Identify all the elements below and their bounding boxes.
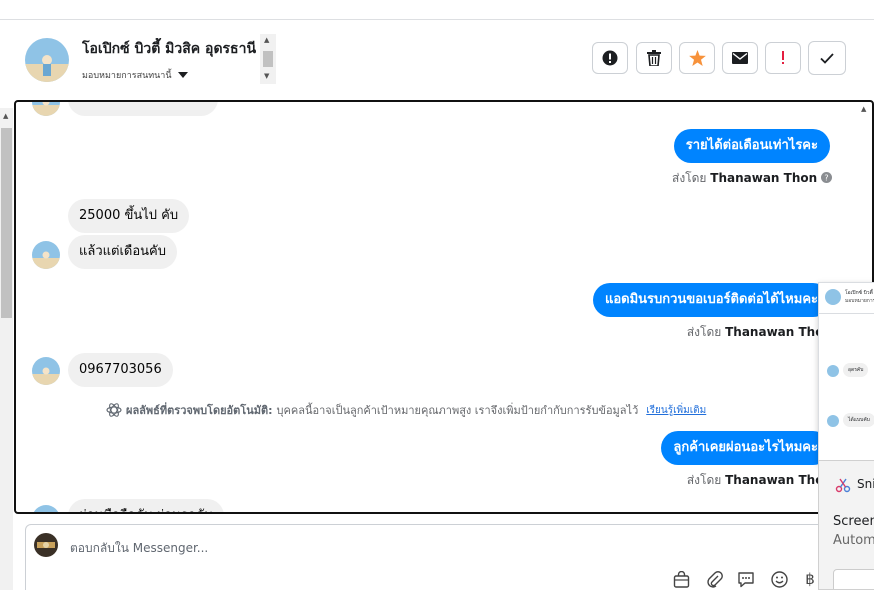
incoming-message: 25000 ขึ้นไป คับ bbox=[68, 199, 190, 233]
contact-name[interactable]: โอเปิกซ์ บิวตี้ มิวสิค อุดรธานี bbox=[82, 38, 260, 60]
mark-done-button[interactable] bbox=[808, 41, 846, 75]
baht-icon: ฿ bbox=[805, 570, 815, 588]
page-avatar bbox=[34, 533, 58, 557]
svg-text:?: ? bbox=[824, 174, 828, 183]
conversation-header: โอเปิกซ์ บิวตี้ มิวสิค อุดรธานี มอบหมายก… bbox=[0, 20, 874, 100]
incoming-message: ผ่อนมือถือคับ ผ่อนรถคับ bbox=[68, 499, 224, 512]
page-scroll-up-icon[interactable]: ▲ bbox=[3, 112, 8, 120]
name-scrollbar[interactable]: ▲ ▼ bbox=[260, 34, 276, 84]
scroll-thumb[interactable] bbox=[263, 51, 273, 67]
help-icon[interactable]: ? bbox=[821, 172, 832, 183]
envelope-icon bbox=[732, 52, 748, 64]
scissors-icon bbox=[835, 478, 851, 493]
emoji-button[interactable] bbox=[769, 569, 789, 589]
popup-divider bbox=[819, 313, 874, 314]
contact-avatar-small bbox=[32, 357, 60, 385]
sent-by-line: ส่งโดย Thanawan Thon bbox=[687, 471, 832, 490]
delete-button[interactable] bbox=[636, 42, 672, 74]
floating-chat-preview[interactable]: โอเปิกซ์ บิวตี้ มอบหมายการ อุดรคับ ได้แบ… bbox=[818, 282, 874, 464]
sender-name: Thanawan Thon bbox=[710, 171, 818, 185]
contact-avatar-small bbox=[32, 102, 60, 116]
star-button[interactable] bbox=[679, 42, 715, 74]
trash-icon bbox=[647, 50, 661, 66]
incoming-message: ทำงานที่ไหนมาครับคับ bbox=[68, 102, 218, 116]
assign-conversation-dropdown[interactable]: มอบหมายการสนทนานี้ bbox=[82, 68, 188, 82]
popup-message: ได้แบบคับ bbox=[843, 413, 874, 427]
auto-notice-title: ผลลัพธ์ที่ตรวจพบโดยอัตโนมัติ: bbox=[126, 404, 273, 417]
atom-icon bbox=[106, 403, 122, 417]
mark-spam-button[interactable] bbox=[592, 42, 628, 74]
popup-sub: มอบหมายการ bbox=[845, 298, 874, 304]
learn-more-link[interactable]: เรียนรู้เพิ่มเติม bbox=[646, 403, 706, 418]
sender-name: Thanawan Thon bbox=[725, 325, 832, 339]
incoming-message: แล้วแต่เดือนคับ bbox=[68, 235, 177, 269]
payment-button[interactable]: ฿ bbox=[800, 569, 820, 589]
outgoing-message: ลูกค้าเคยผ่อนอะไรไหมคะ bbox=[661, 431, 830, 465]
incoming-message: 0967703056 bbox=[68, 353, 173, 387]
sent-by-prefix: ส่งโดย bbox=[672, 171, 707, 185]
chat-bubble-icon bbox=[738, 571, 754, 587]
paperclip-icon bbox=[706, 570, 723, 588]
popup-message: อุดรคับ bbox=[843, 363, 869, 377]
contact-avatar-small bbox=[32, 505, 60, 512]
outgoing-message: แอดมินรบกวนขอเบอร์ติดต่อได้ไหมคะ bbox=[592, 283, 830, 317]
popup-avatar-small bbox=[827, 415, 839, 427]
snipping-tool-notification[interactable]: Snip Screen Autom bbox=[818, 460, 874, 590]
reply-placeholder[interactable]: ตอบกลับใน Messenger... bbox=[70, 539, 208, 558]
scroll-down-icon[interactable]: ▼ bbox=[264, 72, 269, 80]
auto-detection-notice: ผลลัพธ์ที่ตรวจพบโดยอัตโนมัติ: บุคคลนี้อา… bbox=[106, 401, 706, 419]
sent-by-line: ส่งโดย Thanawan Thon ? bbox=[672, 169, 832, 188]
sender-name: Thanawan Thon bbox=[725, 473, 832, 487]
snip-title: Snip bbox=[857, 477, 874, 491]
assign-label: มอบหมายการสนทนานี้ bbox=[82, 71, 172, 81]
sent-by-prefix: ส่งโดย bbox=[686, 473, 722, 487]
popup-header: โอเปิกซ์ บิวตี้ bbox=[845, 290, 873, 296]
attach-button[interactable] bbox=[704, 569, 724, 589]
scroll-up-icon[interactable]: ▲ bbox=[264, 36, 269, 44]
contact-avatar[interactable] bbox=[25, 38, 69, 82]
sent-by-line: ส่งโดย Thanawan Thon bbox=[687, 323, 832, 342]
follow-up-button[interactable] bbox=[765, 42, 801, 74]
auto-notice-body: บุคคลนี้อาจเป็นลูกค้าเป้าหมายคุณภาพสูง เ… bbox=[276, 404, 639, 417]
page-scrollbar[interactable]: ▲ bbox=[0, 108, 13, 590]
exclamation-icon bbox=[782, 51, 784, 64]
thread-scroll-up-icon[interactable]: ▲ bbox=[861, 105, 866, 113]
mark-unread-button[interactable] bbox=[722, 42, 758, 74]
browser-top-strip bbox=[0, 0, 874, 20]
snip-line1: Screen bbox=[833, 514, 874, 529]
reply-box[interactable]: ตอบกลับใน Messenger... ฿ bbox=[25, 524, 825, 590]
saved-replies-button[interactable] bbox=[736, 569, 756, 589]
snip-thumbnail[interactable] bbox=[833, 569, 874, 589]
outgoing-message: รายได้ต่อเดือนเท่าไรคะ bbox=[673, 129, 830, 163]
check-icon bbox=[820, 52, 834, 64]
star-icon bbox=[688, 50, 706, 66]
alert-circle-icon bbox=[602, 50, 618, 66]
popup-avatar bbox=[825, 289, 841, 305]
page-scroll-thumb[interactable] bbox=[1, 128, 12, 318]
shopping-bag-icon bbox=[673, 570, 689, 588]
snip-line2: Autom bbox=[833, 533, 874, 548]
contact-avatar-small bbox=[32, 241, 60, 269]
message-thread: ทำงานที่ไหนมาครับคับ รายได้ต่อเดือนเท่าไ… bbox=[14, 100, 874, 514]
shop-bag-button[interactable] bbox=[671, 569, 691, 589]
popup-avatar-small bbox=[827, 365, 839, 377]
sent-by-prefix: ส่งโดย bbox=[686, 325, 722, 339]
caret-down-icon bbox=[177, 71, 188, 78]
smiley-icon bbox=[770, 570, 788, 588]
